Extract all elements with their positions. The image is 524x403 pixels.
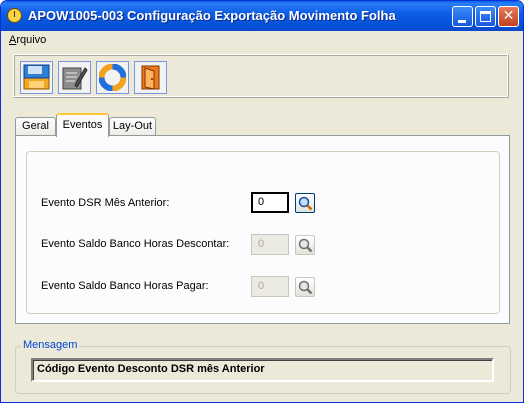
close-button[interactable]: ✕ [498,6,519,27]
menu-arquivo[interactable]: Arquivo [9,34,46,46]
evento-pagar-label: Evento Saldo Banco Horas Pagar: [41,280,209,292]
search-icon [298,238,313,253]
message-text: Código Evento Desconto DSR mês Anterior [31,358,494,382]
maximize-icon [480,11,491,22]
search-icon [298,196,313,211]
tab-panel-eventos: Evento DSR Mês Anterior: 0 Evento Saldo … [15,135,510,324]
eventos-group: Evento DSR Mês Anterior: 0 Evento Saldo … [26,151,500,314]
help-button[interactable] [96,61,129,94]
title-bar[interactable]: APOW1005-003 Configuração Exportação Mov… [1,1,523,31]
evento-descontar-search-button[interactable] [295,235,315,255]
minimize-button[interactable] [452,6,473,27]
evento-pagar-input[interactable]: 0 [251,276,289,297]
application-window: APOW1005-003 Configuração Exportação Mov… [0,0,524,403]
toolbar [13,54,509,98]
evento-pagar-search-button[interactable] [295,277,315,297]
exit-button[interactable] [134,61,167,94]
message-legend: Mensagem [21,339,80,351]
evento-dsr-label: Evento DSR Mês Anterior: [41,197,170,209]
search-icon [298,280,313,295]
close-icon: ✕ [502,8,515,24]
save-button[interactable] [20,61,53,94]
evento-descontar-input[interactable]: 0 [251,234,289,255]
menu-bar: Arquivo [1,31,523,49]
edit-icon [62,67,88,90]
save-icon [23,64,50,90]
maximize-button[interactable] [475,6,496,27]
evento-dsr-input[interactable]: 0 [251,192,289,213]
tab-eventos[interactable]: Eventos [56,113,109,137]
evento-dsr-search-button[interactable] [295,193,315,213]
window-title: APOW1005-003 Configuração Exportação Mov… [28,8,396,23]
edit-button[interactable] [58,61,91,94]
clock-app-icon [7,8,22,23]
exit-door-icon [141,65,160,90]
evento-descontar-label: Evento Saldo Banco Horas Descontar: [41,238,230,250]
help-lifebuoy-icon [99,64,126,91]
minimize-icon [458,20,466,23]
tab-geral[interactable]: Geral [15,117,56,136]
tab-layout[interactable]: Lay-Out [109,117,156,136]
